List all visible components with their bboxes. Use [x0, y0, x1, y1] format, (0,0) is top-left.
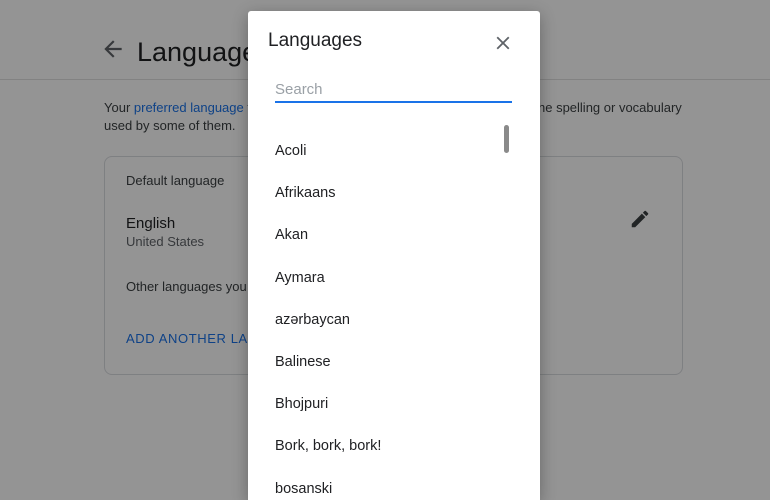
language-list: Acoli Afrikaans Akan Aymara azərbaycan Baline…: [248, 130, 498, 500]
close-icon: [496, 36, 510, 50]
language-option[interactable]: Acoli: [248, 130, 498, 172]
language-option[interactable]: Akan: [248, 214, 498, 256]
list-scrollbar[interactable]: [504, 125, 509, 153]
search-input[interactable]: [275, 77, 512, 101]
languages-dialog: Languages AcoliAfrikaansAkanAymaraazərba…: [248, 11, 540, 500]
search-field: [275, 77, 512, 103]
close-button[interactable]: [492, 32, 514, 54]
language-option[interactable]: azərbaycan: [248, 299, 498, 341]
language-option[interactable]: Bhojpuri: [248, 383, 498, 425]
language-option[interactable]: Afrikaans: [248, 172, 498, 214]
language-option[interactable]: Aymara: [248, 257, 498, 299]
language-option[interactable]: Balinese: [248, 341, 498, 383]
language-option[interactable]: bosanski: [248, 468, 498, 500]
language-option[interactable]: Bork, bork, bork!: [248, 425, 498, 467]
dialog-title: Languages: [268, 30, 363, 51]
